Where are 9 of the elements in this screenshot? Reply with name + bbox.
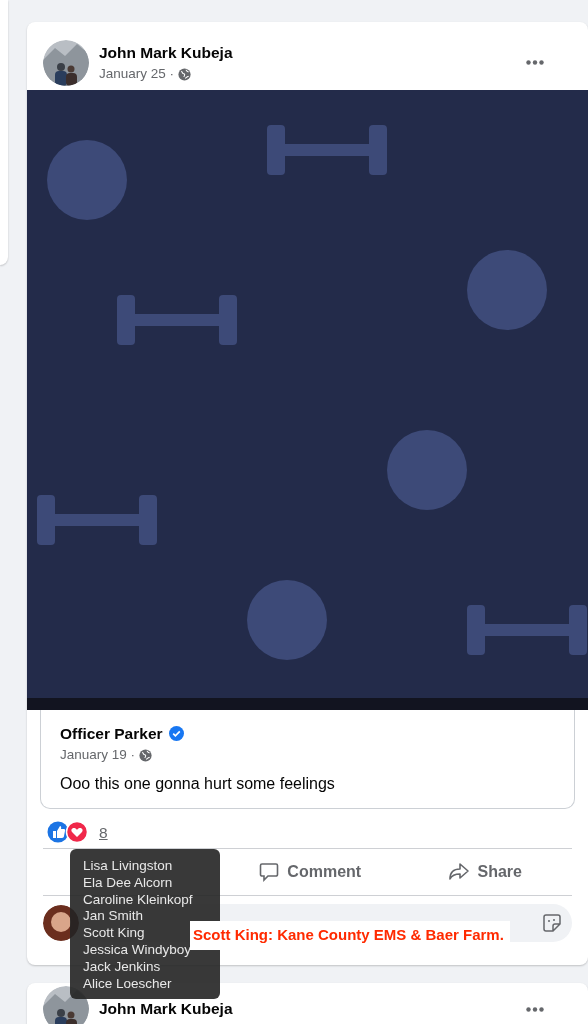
reactor-name: Caroline Kleinkopf — [83, 891, 194, 909]
reactor-name: Lisa Livingston — [83, 858, 174, 875]
reactor-name: Jan Smith — [83, 908, 145, 926]
reactor-name: Jessica Windyboy — [83, 942, 193, 959]
caption-overlay: Scott King: Kane County EMS & Baer Farm. — [190, 921, 510, 950]
reactor-name: Ela Dee Alcorn — [83, 874, 174, 892]
reactor-name: Alice Loescher — [83, 975, 173, 993]
reactor-name: Jack Jenkins — [83, 958, 162, 976]
post-text: Ooo this one gonna hurt some feelings — [60, 773, 336, 794]
